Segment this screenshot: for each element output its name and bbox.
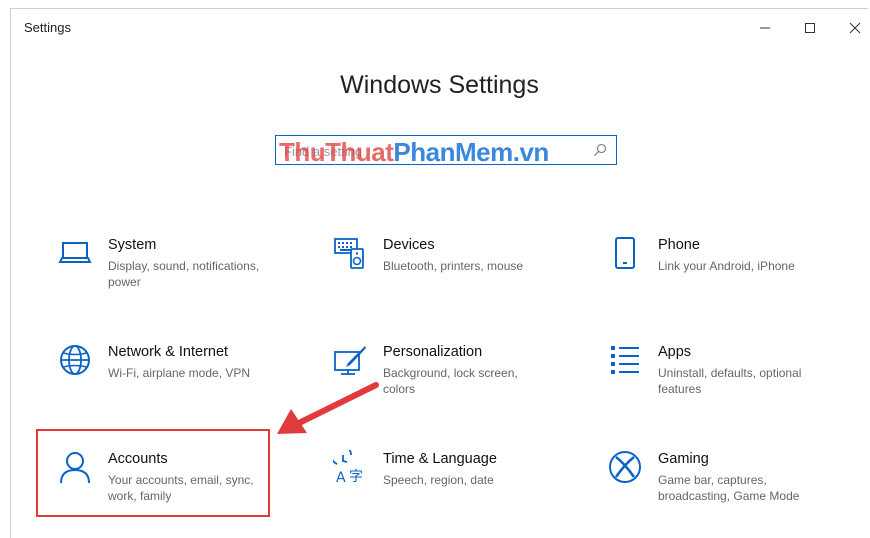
tile-personalization[interactable]: Personalization Background, lock screen,… (332, 342, 562, 424)
tile-time-language-desc: Speech, region, date (383, 473, 494, 487)
tile-phone-title: Phone (658, 237, 700, 253)
keyboard-speaker-icon (332, 235, 368, 271)
tile-gaming-desc: Game bar, captures, broadcasting, Game M… (658, 473, 800, 503)
tile-accounts-desc: Your accounts, email, sync, work, family (108, 473, 254, 503)
settings-window: Settings Windows Settings ThuThuatPhanMe… (10, 8, 868, 538)
apps-list-icon (607, 342, 643, 378)
tile-personalization-title: Personalization (383, 344, 483, 360)
page-title: Windows Settings (340, 71, 539, 99)
tile-network-desc: Wi-Fi, airplane mode, VPN (108, 366, 251, 380)
tile-time-language-title: Time & Language (383, 451, 497, 467)
tile-network-title: Network & Internet (108, 344, 229, 360)
globe-icon (57, 342, 93, 378)
title-bar: Settings (11, 9, 868, 45)
tile-devices-desc: Bluetooth, printers, mouse (383, 259, 524, 273)
tile-system-title: System (108, 237, 157, 253)
tile-accounts[interactable]: Accounts Your accounts, email, sync, wor… (57, 449, 287, 531)
tile-apps-desc: Uninstall, defaults, optional features (658, 366, 802, 396)
tile-apps-title: Apps (658, 344, 692, 360)
tile-phone-desc: Link your Android, iPhone (658, 259, 795, 273)
maximize-icon (805, 23, 815, 33)
tile-devices[interactable]: Devices Bluetooth, printers, mouse (332, 235, 562, 317)
tile-accounts-title: Accounts (108, 451, 168, 467)
tile-apps[interactable]: Apps Uninstall, defaults, optional featu… (607, 342, 837, 424)
minimize-icon (760, 27, 770, 29)
close-button[interactable] (833, 13, 870, 43)
close-icon (849, 22, 861, 34)
phone-icon (607, 235, 643, 271)
paint-brush-icon (332, 342, 368, 378)
svg-text:A: A (336, 470, 346, 484)
window-title: Settings (24, 20, 71, 35)
tile-system[interactable]: System Display, sound, notifications, po… (57, 235, 287, 317)
tile-gaming-title: Gaming (658, 451, 709, 467)
svg-text:字: 字 (349, 469, 363, 484)
laptop-icon (57, 235, 93, 271)
maximize-button[interactable] (788, 13, 832, 43)
search-box[interactable] (275, 135, 617, 165)
time-language-icon: A 字 (332, 449, 368, 485)
person-icon (57, 449, 93, 485)
xbox-icon (607, 449, 643, 485)
search-icon[interactable] (592, 142, 608, 158)
tile-phone[interactable]: Phone Link your Android, iPhone (607, 235, 837, 317)
tile-system-desc: Display, sound, notifications, power (108, 259, 260, 289)
tile-time-language[interactable]: A 字 Time & Language Speech, region, date (332, 449, 562, 531)
tile-network-internet[interactable]: Network & Internet Wi-Fi, airplane mode,… (57, 342, 287, 424)
minimize-button[interactable] (743, 13, 787, 43)
tile-gaming[interactable]: Gaming Game bar, captures, broadcasting,… (607, 449, 837, 531)
search-input[interactable] (284, 142, 584, 160)
tile-personalization-desc: Background, lock screen, colors (383, 366, 518, 396)
tile-devices-title: Devices (383, 237, 435, 253)
